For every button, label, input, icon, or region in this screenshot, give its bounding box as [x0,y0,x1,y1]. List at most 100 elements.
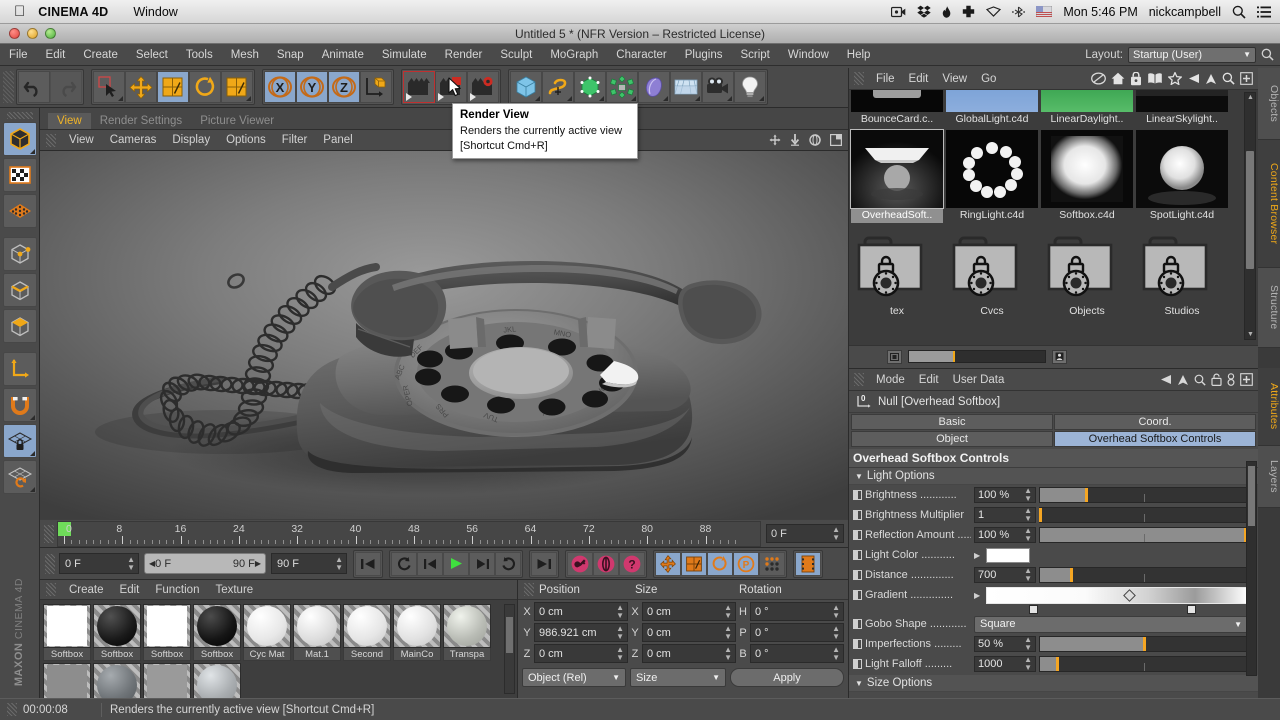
vtab-objects[interactable]: Objects [1258,68,1280,140]
timeline-button[interactable] [795,551,821,576]
spinner-icon[interactable]: ▲ ▼ [724,603,732,620]
texture-mode-button[interactable] [2,158,37,192]
material-item[interactable] [43,663,91,698]
gradient-knob[interactable] [1029,605,1038,614]
scale-key-button[interactable] [681,551,707,576]
timeline-frame-field[interactable]: 0 F ▲ ▼ [766,524,844,543]
scale-button[interactable] [157,70,189,103]
parameter-value-input[interactable]: 50 % ▲ ▼ [974,636,1036,652]
autokey-button[interactable] [593,551,619,576]
gradient-interpolation-handle[interactable] [1122,588,1136,602]
content-thumbnail[interactable] [851,90,943,112]
material-thumbnail[interactable] [193,663,241,698]
world-object-coordinate-button[interactable] [360,70,392,103]
keyframe-selection-button[interactable]: ? [619,551,645,576]
timeline-ruler[interactable]: 0 8 16 24 32 40 48 56 64 72 80 88 [57,520,761,547]
menu-tools[interactable]: Tools [177,44,222,66]
cube-primitive-button[interactable] [510,70,542,103]
coordinate-mode-dropdown[interactable]: Object (Rel) ▼ [522,668,626,687]
material-item[interactable]: Softbox [143,604,191,661]
goto-end-button[interactable] [531,551,557,576]
thumbnail-size-large-icon[interactable] [1052,349,1067,364]
position-x-input[interactable]: 0 cm ▲ ▼ [534,602,628,621]
parameter-slider[interactable] [1039,636,1248,652]
material-scrollbar[interactable] [504,604,515,694]
range-right-arrow-icon[interactable]: ▶ [255,559,261,568]
move-button[interactable] [125,70,157,103]
thumbnail-size-slider[interactable] [908,350,1046,363]
material-thumbnail[interactable] [143,604,191,648]
attribute-grip[interactable] [854,373,864,386]
viewport-canvas[interactable]: GHI JKL MNO DEF ABC OPER PRS TUV WXY OPE… [40,151,848,519]
material-item[interactable]: Cyc Mat [243,604,291,661]
tab-object[interactable]: Object [851,431,1053,447]
content-thumbnail[interactable] [850,129,944,209]
environment-button[interactable] [638,70,670,103]
spinner-icon[interactable]: ▲ ▼ [616,624,624,641]
coordinates-grip[interactable] [524,583,534,596]
menu-help[interactable]: Help [838,44,880,66]
edge-mode-button[interactable] [2,273,37,307]
apple-icon[interactable]:  [0,4,38,19]
content-thumbnail[interactable] [946,226,1038,304]
spinner-icon[interactable]: ▲ ▼ [1024,527,1032,543]
menu-window[interactable]: Window [779,44,838,66]
back-arrow-icon[interactable] [1159,374,1172,385]
am-menu-edit[interactable]: Edit [912,374,946,386]
vtab-attributes[interactable]: Attributes [1258,368,1280,446]
parameter-pin-icon[interactable] [853,490,862,500]
parameter-dropdown[interactable]: Square ▼ [974,615,1248,633]
menu-snap[interactable]: Snap [268,44,313,66]
content-thumbnail[interactable] [1136,226,1228,304]
model-mode-button[interactable] [2,122,37,156]
x-axis-lock-button[interactable]: X [264,70,296,103]
material-item[interactable]: MainCo [393,604,441,661]
spinner-icon[interactable]: ▲ ▼ [127,555,135,572]
scroll-down-icon[interactable]: ▼ [1247,331,1254,338]
viewport-menu-view[interactable]: View [61,134,102,146]
bluetooth-icon[interactable] [1012,6,1026,18]
size-z-input[interactable]: 0 cm ▲ ▼ [642,644,736,663]
axis-modify-button[interactable] [2,352,37,386]
size-x-input[interactable]: 0 cm ▲ ▼ [642,602,736,621]
step-back-button[interactable] [417,551,443,576]
polygon-mode-button[interactable] [2,309,37,343]
position-key-button[interactable] [655,551,681,576]
scrollbar-thumb[interactable] [1248,466,1255,526]
material-item[interactable]: Mat.1 [293,604,341,661]
content-browser-item[interactable]: tex [851,226,943,319]
workplane-button[interactable] [2,460,37,494]
size-y-input[interactable]: 0 cm ▲ ▼ [642,623,736,642]
notification-center-icon[interactable] [1257,6,1271,18]
preset-icon[interactable] [1091,72,1106,85]
spinner-icon[interactable]: ▲ ▼ [724,624,732,641]
content-browser-item[interactable]: LinearSkylight.. [1136,90,1228,127]
spinner-icon[interactable]: ▲ ▼ [1024,487,1032,503]
play-button[interactable] [443,551,469,576]
rotation-b-input[interactable]: 0 ° ▲ ▼ [750,644,844,663]
parameter-pin-icon[interactable] [853,659,862,669]
content-browser-item[interactable]: Objects [1041,226,1133,319]
cross-icon[interactable] [962,5,975,18]
material-thumbnail[interactable] [93,604,141,648]
tab-overhead-softbox-controls[interactable]: Overhead Softbox Controls [1054,431,1256,447]
render-view-button[interactable] [403,70,435,103]
menu-edit[interactable]: Edit [37,44,75,66]
camera-button[interactable] [702,70,734,103]
current-frame-input[interactable]: 0 F ▲ ▼ [59,553,139,574]
points-mode-button[interactable] [2,194,37,228]
statusbar-grip[interactable] [7,703,17,716]
material-item[interactable]: Softbox [93,604,141,661]
param-key-button[interactable]: P [733,551,759,576]
viewport-menu-cameras[interactable]: Cameras [102,134,165,146]
floor-scene-button[interactable] [670,70,702,103]
menu-script[interactable]: Script [731,44,778,66]
menu-create[interactable]: Create [74,44,127,66]
generator-button[interactable] [574,70,606,103]
goto-start-button[interactable] [355,551,381,576]
content-browser-item[interactable]: OverheadSoft.. [850,129,944,223]
material-thumbnail[interactable] [43,604,91,648]
material-thumbnail[interactable] [393,604,441,648]
material-menu-function[interactable]: Function [147,584,207,596]
color-swatch[interactable] [986,547,1030,563]
